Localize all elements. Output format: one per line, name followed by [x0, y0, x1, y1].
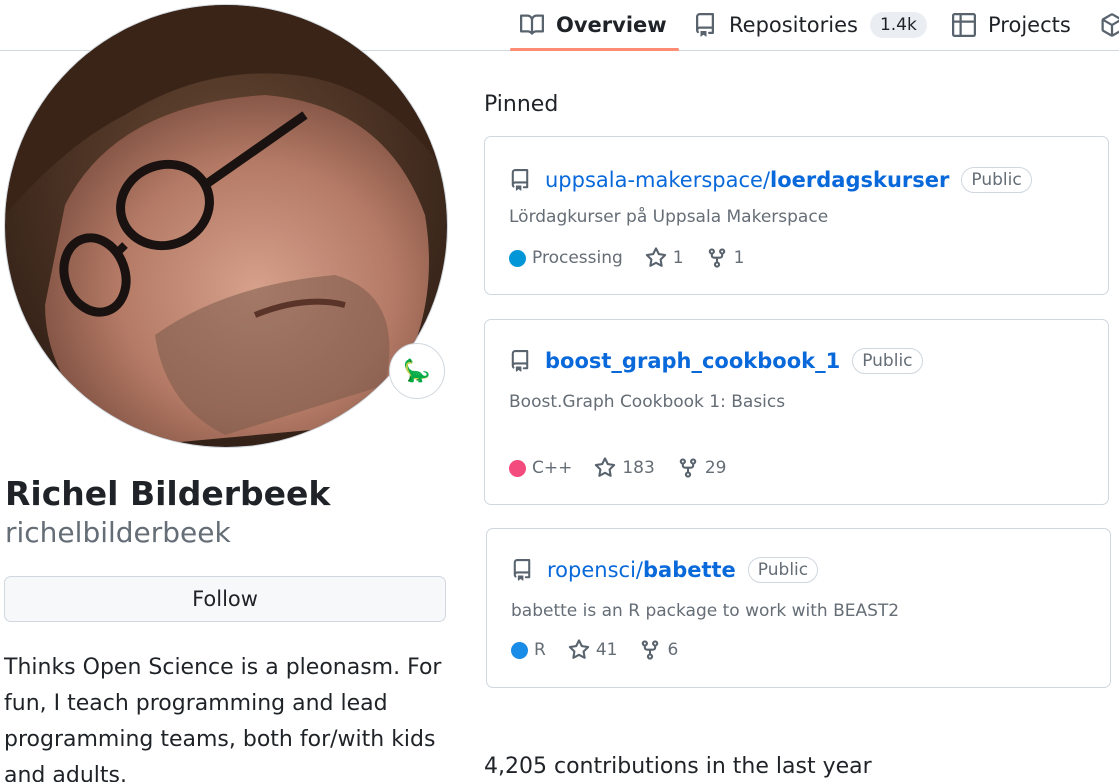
book-icon	[520, 14, 544, 35]
repo-language: Processing	[509, 248, 623, 268]
tab-repositories[interactable]: Repositories 1.4k	[693, 0, 927, 50]
repo-description: Lördagkurser på Uppsala Makerspace	[509, 207, 829, 227]
language-color-dot	[509, 459, 526, 477]
repo-stars[interactable]: 183	[594, 457, 655, 479]
follow-button[interactable]: Follow	[4, 576, 446, 622]
tab-projects-label: Projects	[988, 13, 1071, 37]
star-count: 183	[622, 458, 655, 478]
fork-count: 6	[667, 640, 679, 660]
repo-icon	[511, 350, 529, 372]
repo-forks[interactable]: 1	[706, 247, 745, 269]
star-icon	[645, 247, 666, 267]
repo-icon	[513, 559, 531, 581]
repo-title-row: boost_graph_cookbook_1 Public	[509, 348, 923, 374]
table-icon	[952, 13, 976, 37]
language-label: R	[534, 640, 546, 660]
avatar-photo	[5, 5, 447, 447]
fork-count: 29	[704, 458, 727, 478]
repo-link[interactable]: uppsala-makerspace/loerdagskurser	[545, 168, 949, 192]
language-label: C++	[532, 458, 573, 478]
fork-icon	[642, 640, 659, 660]
repositories-count-badge: 1.4k	[869, 12, 927, 38]
repo-language: C++	[509, 458, 572, 478]
repo-stars[interactable]: 1	[645, 247, 684, 269]
repo-title-row: uppsala-makerspace/loerdagskurser Public	[509, 167, 1032, 193]
tab-repositories-label: Repositories	[729, 13, 858, 37]
repo-link[interactable]: ropensci/babette	[547, 558, 736, 582]
status-emoji-badge[interactable]: 🦕	[389, 343, 445, 399]
repo-name: boost_graph_cookbook_1	[545, 349, 841, 373]
repo-meta: C++ 183 29	[509, 457, 748, 479]
tab-packages[interactable]	[1100, 0, 1119, 50]
star-icon	[568, 639, 589, 659]
pinned-repo-card: uppsala-makerspace/loerdagskurser Public…	[484, 136, 1109, 295]
repo-icon	[696, 13, 714, 37]
repo-icon	[511, 169, 529, 191]
repo-title-row: ropensci/babette Public	[511, 557, 819, 583]
tab-projects[interactable]: Projects	[952, 0, 1071, 50]
tab-overview[interactable]: Overview	[510, 0, 679, 51]
profile-bio: Thinks Open Science is a pleonasm. For f…	[4, 655, 442, 782]
pinned-repo-card: ropensci/babette Public babette is an R …	[486, 528, 1111, 688]
repo-name: babette	[642, 558, 736, 582]
repo-meta: R 41 6	[511, 639, 700, 661]
repo-forks[interactable]: 29	[677, 457, 727, 479]
fork-icon	[708, 248, 725, 268]
repo-link[interactable]: boost_graph_cookbook_1	[545, 349, 840, 373]
repo-description: Boost.Graph Cookbook 1: Basics	[509, 392, 786, 412]
language-color-dot	[509, 249, 526, 267]
repo-description: babette is an R package to work with BEA…	[511, 601, 900, 621]
repo-owner: uppsala-makerspace/	[545, 168, 771, 192]
language-label: Processing	[532, 248, 623, 268]
contributions-summary: 4,205 contributions in the last year	[484, 754, 872, 779]
visibility-badge: Public	[852, 348, 923, 374]
package-icon	[1101, 13, 1119, 37]
repo-forks[interactable]: 6	[639, 639, 678, 661]
star-icon	[595, 457, 616, 477]
visibility-badge: Public	[961, 167, 1032, 193]
pinned-heading: Pinned	[484, 92, 559, 117]
repo-language: R	[511, 640, 546, 660]
profile-name: Richel Bilderbeek	[5, 474, 331, 513]
repo-owner: ropensci/	[547, 558, 643, 582]
profile-page: Overview Repositories 1.4k Projects 🦕 Ri…	[0, 0, 1119, 782]
tab-overview-label: Overview	[556, 13, 667, 37]
repo-meta: Processing 1 1	[509, 247, 766, 269]
repo-stars[interactable]: 41	[568, 639, 618, 661]
star-count: 41	[595, 640, 618, 660]
fork-icon	[679, 458, 697, 478]
profile-login: richelbilderbeek	[5, 516, 231, 549]
star-count: 1	[672, 248, 684, 268]
fork-count: 1	[733, 248, 745, 268]
pinned-repo-card: boost_graph_cookbook_1 Public Boost.Grap…	[484, 319, 1109, 505]
avatar[interactable]	[4, 4, 448, 448]
repo-name: loerdagskurser	[770, 168, 950, 192]
dinosaur-icon: 🦕	[403, 358, 431, 384]
visibility-badge: Public	[747, 557, 819, 583]
language-color-dot	[511, 641, 528, 659]
